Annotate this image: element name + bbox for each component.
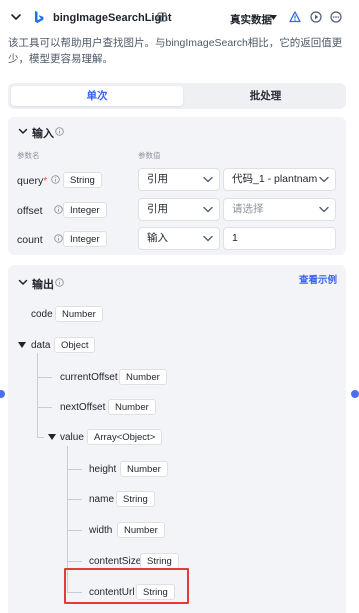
- param-value-input[interactable]: 1: [223, 227, 336, 250]
- chevron-down-icon[interactable]: [10, 11, 22, 23]
- input-port-handle[interactable]: [0, 390, 5, 398]
- param-mode-select[interactable]: 引用: [138, 198, 220, 221]
- chevron-down-icon[interactable]: [18, 126, 28, 136]
- output-field-name: name: [89, 494, 115, 505]
- param-mode-select[interactable]: 输入: [138, 227, 220, 250]
- highlight-box: [64, 568, 189, 604]
- chevron-down-icon: [319, 176, 329, 183]
- output-field-name: currentOffset: [60, 372, 118, 383]
- type-tag: Array<Object>: [87, 429, 163, 445]
- type-tag: String: [140, 553, 179, 569]
- bing-logo-icon: [35, 11, 44, 23]
- param-name-count: count: [17, 234, 43, 246]
- type-tag: Integer: [63, 202, 107, 218]
- tab-batch[interactable]: 批处理: [188, 86, 343, 106]
- type-tag: Number: [120, 461, 168, 477]
- column-header-name: 参数名: [17, 151, 40, 160]
- param-name-offset: offset: [17, 205, 43, 217]
- input-section: 输入 参数名 参数值 query* String 引用 代码_1 - plant…: [8, 117, 346, 255]
- data-mode-select[interactable]: 真实数据: [230, 12, 272, 27]
- info-icon: [51, 175, 60, 184]
- type-tag: Number: [55, 306, 103, 322]
- chevron-down-icon[interactable]: [18, 277, 28, 287]
- tool-description: 该工具可以帮助用户查找图片。与bingImageSearch相比，它的返回值更少…: [8, 37, 343, 65]
- output-port-handle[interactable]: [351, 390, 359, 398]
- param-name-query: query*: [17, 175, 48, 187]
- chevron-down-icon: [203, 206, 213, 213]
- output-field-name: value: [60, 432, 84, 443]
- type-tag: String: [116, 491, 155, 507]
- chevron-down-icon: [203, 176, 213, 183]
- warning-triangle-icon[interactable]: [289, 11, 301, 23]
- info-icon: [54, 234, 63, 243]
- type-tag: Number: [108, 399, 156, 415]
- param-value-select[interactable]: 请选择: [223, 198, 336, 221]
- chevron-down-icon: [319, 206, 329, 213]
- node-header: bingImageSearchLight 真实数据: [0, 0, 359, 34]
- output-field-name: code: [31, 309, 53, 320]
- template-icon[interactable]: [157, 12, 167, 22]
- output-field-name: contentSize: [89, 556, 142, 567]
- param-mode-select[interactable]: 引用: [138, 168, 220, 191]
- tab-single[interactable]: 单次: [11, 86, 183, 106]
- output-field-name: height: [89, 464, 117, 475]
- param-value-select[interactable]: 代码_1 - plantnam: [223, 168, 336, 191]
- info-icon: [55, 278, 64, 287]
- type-tag: Object: [54, 337, 96, 353]
- mode-tabs: 单次 批处理: [8, 83, 346, 109]
- output-field-name: width: [89, 525, 113, 536]
- type-tag: Number: [117, 522, 165, 538]
- type-tag: Number: [119, 369, 167, 385]
- type-tag: String: [63, 172, 102, 188]
- play-circle-icon[interactable]: [310, 11, 322, 23]
- caret-down-icon[interactable]: [48, 434, 56, 440]
- column-header-value: 参数值: [138, 151, 161, 160]
- more-circle-icon[interactable]: [330, 11, 342, 23]
- input-title: 输入: [32, 128, 54, 140]
- output-title: 输出: [32, 279, 54, 291]
- type-tag: Integer: [63, 231, 107, 247]
- view-example-link[interactable]: 查看示例: [299, 272, 337, 286]
- info-icon: [55, 127, 64, 136]
- chevron-down-icon: [203, 235, 213, 242]
- output-field-name: data: [31, 340, 51, 351]
- caret-down-icon[interactable]: [270, 15, 277, 20]
- caret-down-icon[interactable]: [18, 342, 26, 348]
- output-field-name: nextOffset: [60, 402, 106, 413]
- node-title: bingImageSearchLight: [53, 12, 172, 24]
- info-icon: [54, 205, 63, 214]
